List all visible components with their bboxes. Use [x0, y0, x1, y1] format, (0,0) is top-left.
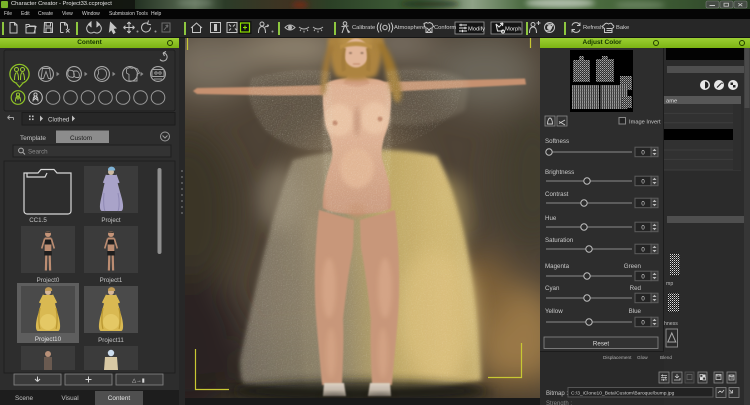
svg-text:Red: Red [630, 285, 642, 292]
svg-text:Cyan: Cyan [545, 285, 560, 292]
svg-text:Bitmap :: Bitmap : [546, 391, 568, 397]
svg-text:Content: Content [108, 395, 131, 402]
svg-text:Green: Green [624, 263, 642, 270]
svg-text:Visual: Visual [61, 395, 78, 402]
svg-text:C:\3_iClone10_Beta\Custom\Baro: C:\3_iClone10_Beta\Custom\Baroque\bump.j… [571, 391, 675, 397]
svg-text:Image Invert: Image Invert [629, 120, 661, 126]
svg-text:△→▮: △→▮ [132, 378, 145, 384]
svg-text:Custom: Custom [70, 135, 92, 142]
svg-text:hness: hness [664, 321, 678, 327]
svg-text:Brightness: Brightness [545, 169, 574, 176]
svg-text:Yellow: Yellow [545, 308, 563, 315]
svg-text:Project11: Project11 [98, 337, 124, 344]
svg-text:Softness: Softness [545, 138, 569, 145]
svg-text:Scene: Scene [15, 395, 34, 402]
svg-text:Strength :: Strength : [546, 401, 572, 405]
svg-text:Glow: Glow [637, 355, 648, 360]
svg-text:Saturation: Saturation [545, 237, 574, 244]
svg-text:Project0: Project0 [37, 277, 60, 284]
svg-text:Modify: Modify [468, 27, 485, 33]
svg-text:mp: mp [666, 281, 673, 287]
svg-text:Blue: Blue [629, 308, 642, 315]
svg-text:Project1: Project1 [100, 277, 123, 284]
svg-text:CC1.5: CC1.5 [29, 217, 47, 224]
svg-text:Project: Project [101, 217, 121, 224]
svg-text:Blend: Blend [660, 355, 672, 360]
svg-text:Morph: Morph [505, 27, 521, 33]
svg-text:Reset: Reset [593, 341, 609, 348]
svg-text:Contrast: Contrast [545, 191, 569, 198]
svg-text:Project10: Project10 [35, 336, 62, 343]
svg-text:Hue: Hue [545, 215, 557, 222]
svg-text:Template: Template [20, 135, 46, 142]
svg-text:Displacement: Displacement [603, 355, 632, 360]
svg-text:Search: Search [28, 149, 48, 156]
svg-text:ame: ame [666, 99, 677, 105]
svg-text:Clothed: Clothed [48, 117, 70, 124]
svg-text:Magenta: Magenta [545, 263, 570, 270]
